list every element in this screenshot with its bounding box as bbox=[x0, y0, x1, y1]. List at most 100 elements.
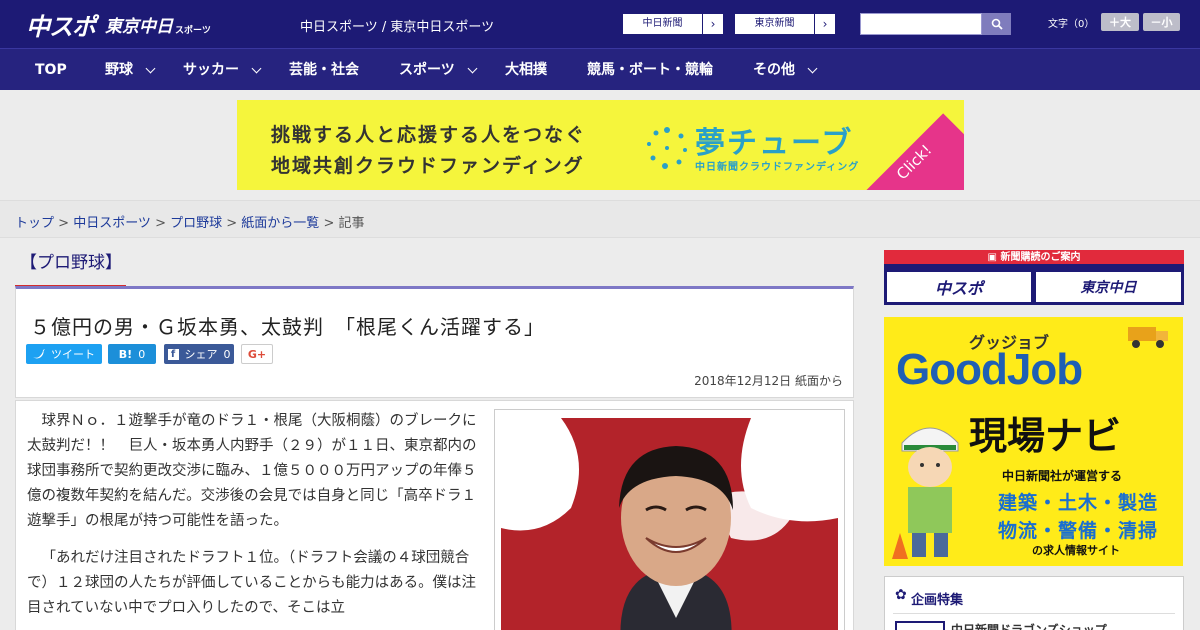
breadcrumb-separator: > bbox=[54, 216, 74, 231]
dots-logo-icon bbox=[647, 127, 687, 169]
main-nav: TOP 野球 サッカー 芸能・社会 スポーツ 大相撲 競馬・ボート・競輪 その他 bbox=[0, 48, 1200, 90]
tweet-button[interactable]: ツイート bbox=[26, 344, 102, 364]
article-photo-frame bbox=[494, 409, 845, 630]
site-logo[interactable]: 中スポ 東京中日 スポーツ bbox=[26, 8, 211, 41]
article-header: ５億円の男・Ｇ坂本勇、太鼓判 「根尾くん活躍する」 ツイート B! 0 f シェ… bbox=[15, 286, 854, 398]
breadcrumb-link-list[interactable]: 紙面から一覧 bbox=[241, 216, 319, 231]
breadcrumb-link-chunichi-sports[interactable]: 中日スポーツ bbox=[73, 216, 151, 231]
nav-item-label: 大相撲 bbox=[505, 62, 547, 78]
tweet-label: ツイート bbox=[51, 348, 95, 361]
banner-line1: 挑戦する人と応援する人をつなぐ bbox=[271, 124, 587, 146]
twitter-icon bbox=[33, 349, 45, 359]
hatena-bookmark-button[interactable]: B! 0 bbox=[108, 344, 156, 364]
player-portrait-image bbox=[501, 418, 838, 630]
nav-item-baseball[interactable]: 野球 bbox=[105, 49, 156, 91]
nav-item-label: サッカー bbox=[183, 62, 239, 78]
nav-item-label: 野球 bbox=[105, 62, 133, 78]
article-headline: ５億円の男・Ｇ坂本勇、太鼓判 「根尾くん活躍する」 bbox=[30, 315, 545, 339]
crowdfunding-banner[interactable]: 挑戦する人と応援する人をつなぐ 地域共創クラウドファンディング 夢チューブ 中日… bbox=[237, 100, 964, 190]
nav-item-label: 芸能・社会 bbox=[289, 62, 359, 78]
hatena-count: 0 bbox=[138, 347, 146, 361]
tokyo-shimbun-link[interactable]: 東京新聞 › bbox=[734, 13, 836, 35]
breadcrumb-separator: > bbox=[222, 216, 242, 231]
article-category: 【プロ野球】 bbox=[15, 248, 122, 288]
goodjob-list1: 建築・土木・製造 bbox=[998, 492, 1159, 514]
breadcrumb-separator: > bbox=[319, 216, 339, 231]
breadcrumb: トップ > 中日スポーツ > プロ野球 > 紙面から一覧 > 記事 bbox=[15, 212, 365, 231]
worker-illustration-icon bbox=[892, 427, 959, 559]
site-header: 中スポ 東京中日 スポーツ 中日スポーツ / 東京中日スポーツ 中日新聞 › 東… bbox=[0, 0, 1200, 48]
feature-item-link[interactable]: 中日新聞ドラゴンズショップ bbox=[951, 621, 1107, 630]
article-body: 球界Ｎｏ．１遊撃手が竜のドラ１・根尾（大阪桐蔭）のブレークに太鼓判だ！！ 巨人・… bbox=[15, 400, 854, 630]
article-paragraph: 球界Ｎｏ．１遊撃手が竜のドラ１・根尾（大阪桐蔭）のブレークに太鼓判だ！！ 巨人・… bbox=[27, 413, 477, 529]
feature-divider bbox=[893, 613, 1175, 614]
logo-tokyo-chunichi: 東京中日 bbox=[105, 16, 173, 37]
google-plus-button[interactable]: G+ bbox=[241, 344, 273, 364]
font-smaller-button[interactable]: －小 bbox=[1143, 13, 1180, 31]
nav-item-racing[interactable]: 競馬・ボート・競輪 bbox=[587, 49, 713, 91]
chevron-down-icon bbox=[145, 63, 156, 73]
site-name: 中日スポーツ / 東京中日スポーツ bbox=[300, 20, 495, 35]
banner-line2: 地域共創クラウドファンディング bbox=[271, 155, 585, 177]
breadcrumb-link-top[interactable]: トップ bbox=[15, 216, 54, 231]
goodjob-navi: 現場ナビ bbox=[969, 414, 1122, 458]
banner-brand: 夢チューブ bbox=[695, 126, 854, 161]
tokyo-shimbun-label: 東京新聞 bbox=[735, 14, 815, 34]
feature-item-thumb bbox=[895, 621, 945, 630]
chevron-right-icon: › bbox=[822, 17, 828, 31]
nav-item-soccer[interactable]: サッカー bbox=[183, 49, 262, 91]
feature-box: ✿ 企画特集 中日新聞ドラゴンズショップ bbox=[884, 576, 1184, 630]
article-paragraph: 「あれだけ注目されたドラフト１位。（ドラフト会議の４球団競合で）１２球団の人たち… bbox=[27, 550, 477, 616]
article-text: 球界Ｎｏ．１遊撃手が竜のドラ１・根尾（大阪桐蔭）のブレークに太鼓判だ！！ 巨人・… bbox=[27, 409, 487, 630]
subscribe-tokyo-chunichi-button[interactable]: 東京中日 bbox=[1036, 272, 1181, 302]
chevron-down-icon bbox=[807, 63, 818, 73]
font-size-label: 文字（0） bbox=[1048, 19, 1095, 30]
facebook-share-count: 0 bbox=[223, 347, 231, 361]
nav-item-label: 競馬・ボート・競輪 bbox=[587, 62, 713, 78]
logo-sports-suffix: スポーツ bbox=[175, 25, 211, 36]
nav-item-sports[interactable]: スポーツ bbox=[399, 49, 478, 91]
subscription-title: ▣ 新聞購読のご案内 bbox=[884, 250, 1184, 266]
ribbon-icon: ✿ bbox=[895, 587, 907, 603]
hatena-icon: B! bbox=[118, 347, 133, 361]
article-photo[interactable] bbox=[501, 418, 838, 630]
search-input[interactable] bbox=[860, 13, 982, 35]
facebook-icon: f bbox=[167, 348, 179, 360]
newspaper-icon: ▣ bbox=[987, 252, 1001, 263]
goodjob-title: GoodJob bbox=[896, 345, 1083, 394]
chunichi-shimbun-label: 中日新聞 bbox=[623, 14, 703, 34]
font-larger-button[interactable]: ＋大 bbox=[1101, 13, 1139, 31]
google-plus-icon: G+ bbox=[247, 347, 267, 361]
breadcrumb-bar: トップ > 中日スポーツ > プロ野球 > 紙面から一覧 > 記事 bbox=[0, 200, 1200, 238]
feature-title: 企画特集 bbox=[911, 593, 964, 608]
nav-item-label: その他 bbox=[753, 62, 795, 78]
facebook-share-label: シェア bbox=[184, 348, 218, 361]
banner-brand-sub: 中日新聞クラウドファンディング bbox=[695, 162, 860, 173]
nav-item-other[interactable]: その他 bbox=[753, 49, 818, 91]
breadcrumb-separator: > bbox=[150, 216, 171, 231]
goodjob-sub: 中日新聞社が運営する bbox=[1002, 469, 1123, 483]
breadcrumb-link-pro-baseball[interactable]: プロ野球 bbox=[170, 216, 222, 231]
nav-item-entertainment[interactable]: 芸能・社会 bbox=[289, 49, 359, 91]
subscribe-chunichi-sports-button[interactable]: 中スポ bbox=[887, 272, 1031, 302]
goodjob-foot: の求人情報サイト bbox=[1032, 544, 1120, 557]
nav-item-label: TOP bbox=[35, 62, 67, 78]
subscription-title-text: 新聞購読のご案内 bbox=[1000, 252, 1081, 263]
banner-click-badge: Click! bbox=[865, 113, 964, 190]
chevron-right-icon: › bbox=[710, 17, 716, 31]
goodjob-list2: 物流・警備・清掃 bbox=[998, 520, 1159, 542]
facebook-share-button[interactable]: f シェア 0 bbox=[164, 344, 234, 364]
logo-chunichi-sports: 中スポ bbox=[26, 12, 96, 41]
category-label: 【プロ野球】 bbox=[20, 253, 122, 273]
search-button[interactable] bbox=[982, 13, 1011, 35]
chunichi-shimbun-link[interactable]: 中日新聞 › bbox=[622, 13, 724, 35]
truck-icon bbox=[1128, 327, 1168, 348]
goodjob-ad-banner[interactable]: グッジョブ GoodJob 現場ナビ 中日新聞社が運営する 建築・土木・製造 物… bbox=[884, 317, 1183, 566]
nav-item-sumo[interactable]: 大相撲 bbox=[505, 49, 547, 91]
breadcrumb-current: 記事 bbox=[338, 216, 365, 231]
nav-item-label: スポーツ bbox=[399, 62, 455, 78]
article-date: 2018年12月12日 紙面から bbox=[694, 374, 843, 388]
nav-item-top[interactable]: TOP bbox=[35, 49, 67, 91]
search-icon bbox=[991, 18, 1003, 30]
chevron-down-icon bbox=[467, 63, 478, 73]
